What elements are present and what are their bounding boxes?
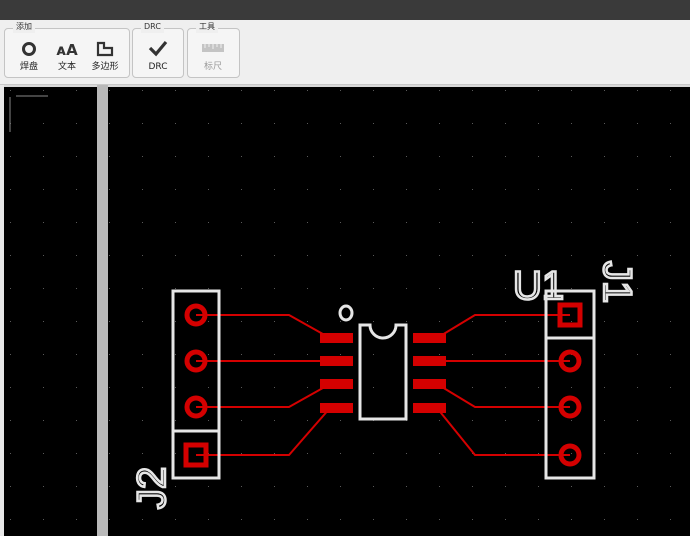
ring-icon [11,39,47,61]
polygon-icon [87,39,123,61]
j1-designator: J1 [595,261,639,303]
smd-pad[interactable] [413,333,446,343]
polygon-tool-label: 多边形 [91,62,119,72]
smd-pad[interactable] [413,379,446,389]
text-tool-button[interactable]: ᴀA 文本 [49,39,85,75]
pcb-board: U1 J1 J2 [4,87,690,536]
smd-pad[interactable] [320,403,353,413]
drc-group: DRC DRC [132,21,184,78]
smd-pad[interactable] [320,379,353,389]
tools-group: 工具 标尺 [187,21,240,78]
ruler-button-label: 标尺 [203,62,222,72]
drc-button-label: DRC [148,62,168,72]
smd-pad[interactable] [413,403,446,413]
pad-tool-button[interactable]: 焊盘 [11,39,47,75]
ruler-icon [195,39,231,61]
drc-button[interactable]: DRC [140,39,176,75]
text-tool-label: 文本 [57,62,76,72]
title-bar [0,0,690,20]
smd-pad[interactable] [320,333,353,343]
add-group: 添加 焊盘 ᴀA 文本 多边形 [4,21,130,78]
grid-left [4,87,97,536]
text-icon: ᴀA [56,41,78,59]
polygon-tool-button[interactable]: 多边形 [87,39,123,75]
add-group-title: 添加 [13,21,35,33]
smd-pad[interactable] [320,356,353,366]
j2-designator: J2 [130,467,174,509]
grid-main [108,87,690,536]
pcb-canvas[interactable]: U1 J1 J2 [0,85,690,536]
u1-designator: U1 [513,264,564,308]
pad-tool-label: 焊盘 [19,62,38,72]
ruler-button[interactable]: 标尺 [195,39,231,75]
tools-group-title: 工具 [196,21,218,33]
check-icon [140,39,176,61]
toolbar: 添加 焊盘 ᴀA 文本 多边形 DRC DRC 工具 标尺 [0,20,690,85]
smd-pad[interactable] [413,356,446,366]
drc-group-title: DRC [141,21,164,33]
